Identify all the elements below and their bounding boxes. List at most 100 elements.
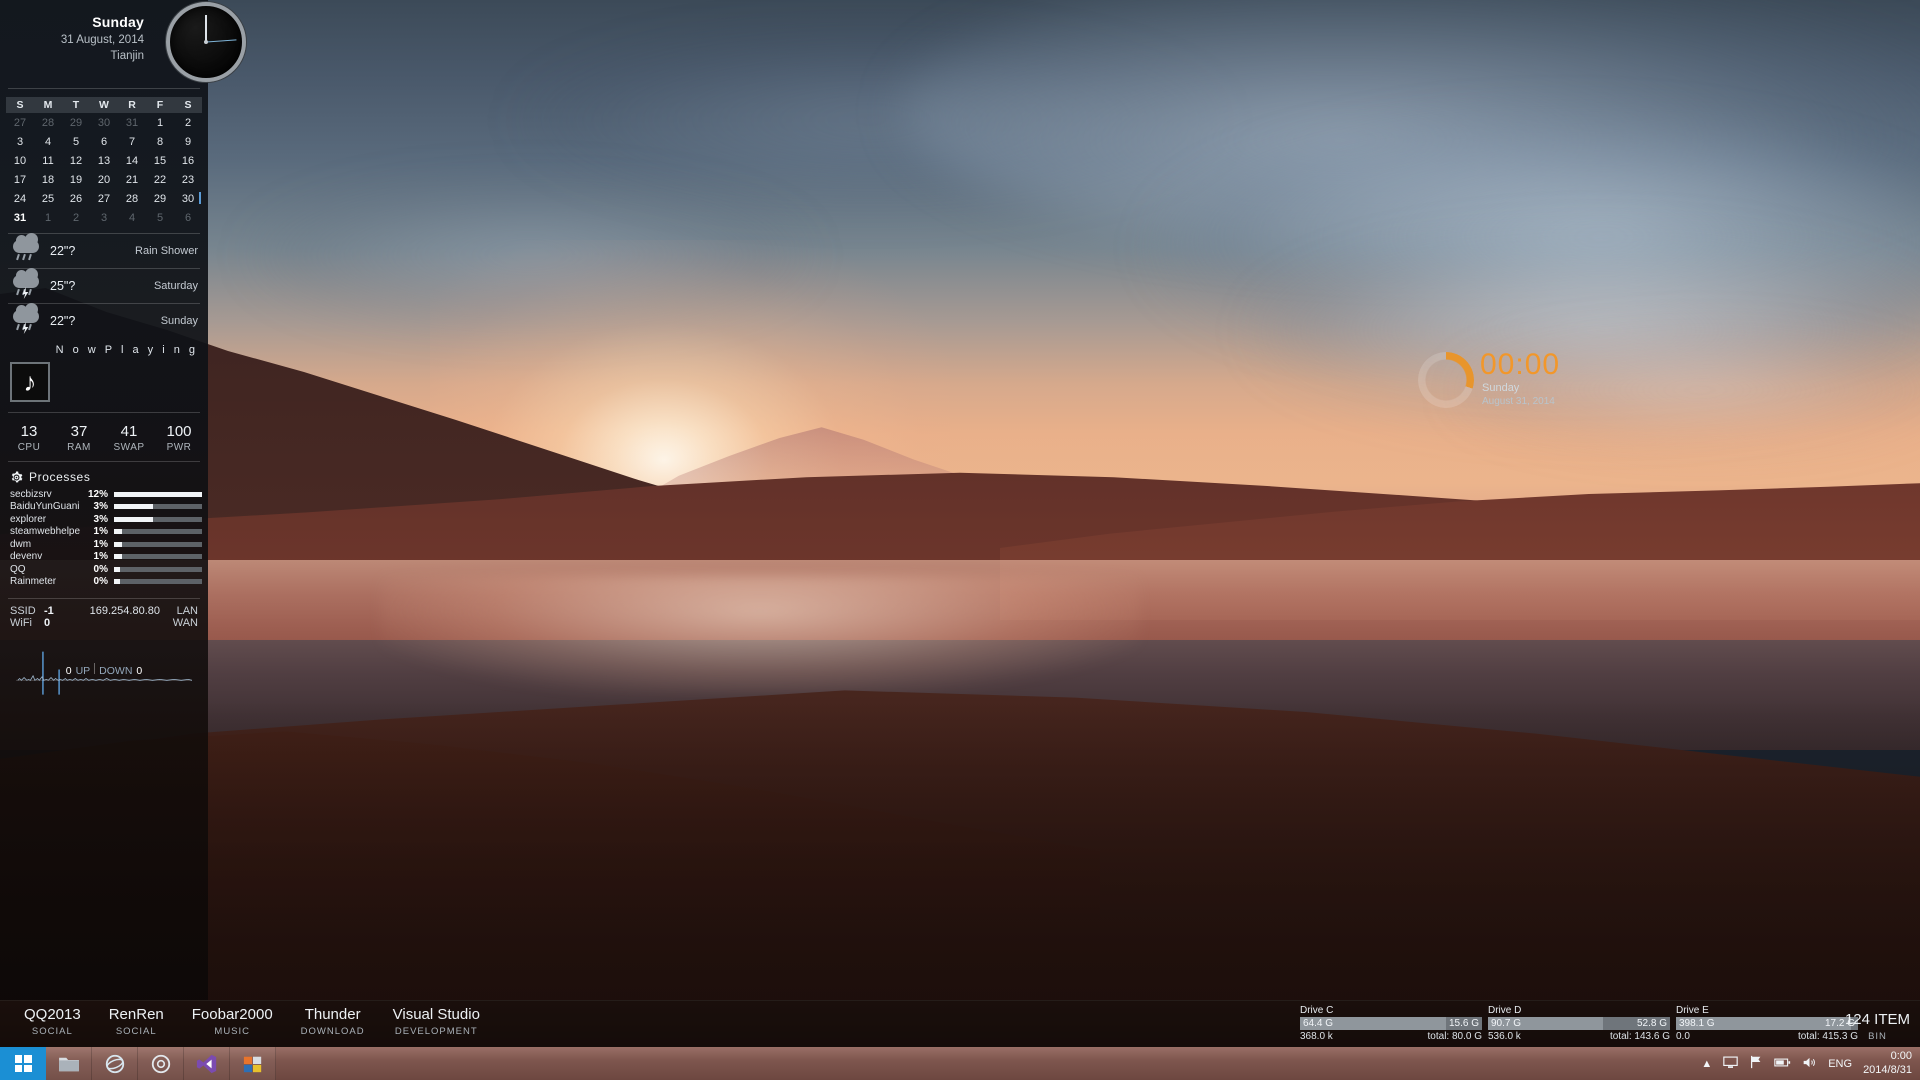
calendar-widget[interactable]: SMTWRFS 27 28 29 30 31 1 2 3 4 5 6 7 8 9 10 11 12 13 14 15 1…	[0, 89, 208, 233]
calendar-day[interactable]: 22	[146, 170, 174, 189]
taskbar-internet-explorer[interactable]	[92, 1047, 138, 1080]
calendar-day[interactable]: 31	[6, 208, 34, 227]
calendar-day[interactable]: 30	[174, 189, 202, 208]
calendar-day[interactable]: 10	[6, 151, 34, 170]
upload-label: UP	[75, 665, 91, 677]
clock-widget: Sunday 31 August, 2014 Tianjin	[0, 0, 246, 88]
now-playing-title: N o w P l a y i n g	[55, 344, 198, 356]
calendar-day[interactable]: 4	[118, 208, 146, 227]
stat-label: SWAP	[113, 442, 145, 453]
process-percent: 1%	[93, 551, 108, 563]
drive-usage-bar: 64.4 G 15.6 G	[1300, 1017, 1482, 1030]
monitor-icon[interactable]	[1723, 1056, 1738, 1072]
taskbar-clock[interactable]: 0:00 2014/8/31	[1863, 1050, 1912, 1078]
calendar-day[interactable]: 31	[118, 113, 146, 132]
calendar-day[interactable]: 23	[174, 170, 202, 189]
clock-minute-hand	[205, 15, 207, 42]
calendar-day[interactable]: 7	[118, 132, 146, 151]
drive-monitor[interactable]: Drive D 90.7 G 52.8 G 536.0 k total: 143…	[1487, 1005, 1670, 1054]
calendar-day[interactable]: 27	[6, 113, 34, 132]
folder-icon	[58, 1057, 79, 1071]
processes-title: Processes	[29, 470, 91, 484]
calendar-day[interactable]: 28	[118, 189, 146, 208]
calendar-day[interactable]: 16	[174, 151, 202, 170]
calendar-day[interactable]: 8	[146, 132, 174, 151]
recycle-bin-widget[interactable]: 124 ITEM BIN	[1845, 1011, 1910, 1042]
thunderstorm-icon	[10, 268, 44, 299]
calendar-day[interactable]: 1	[34, 208, 62, 227]
calendar-day[interactable]: 20	[90, 170, 118, 189]
process-percent: 3%	[93, 501, 108, 513]
calendar-day[interactable]: 14	[118, 151, 146, 170]
calendar-day[interactable]: 21	[118, 170, 146, 189]
dock-app-qq2013[interactable]: QQ2013 SOCIAL	[10, 1006, 95, 1037]
process-row[interactable]: steamwebhelper 1%	[0, 526, 208, 539]
calendar-day[interactable]: 6	[90, 132, 118, 151]
dock-app-renren[interactable]: RenRen SOCIAL	[95, 1006, 178, 1037]
calendar-day[interactable]: 28	[34, 113, 62, 132]
process-bar	[114, 541, 202, 547]
dock-app-visual-studio[interactable]: Visual Studio DEVELOPMENT	[379, 1006, 494, 1037]
process-row[interactable]: explorer 3%	[0, 513, 208, 526]
rain-shower-icon	[10, 233, 44, 264]
start-button[interactable]	[0, 1047, 46, 1080]
calendar-day[interactable]: 19	[62, 170, 90, 189]
calendar-day[interactable]: 26	[62, 189, 90, 208]
calendar-day[interactable]: 13	[90, 151, 118, 170]
now-playing-widget[interactable]: ♪	[0, 358, 208, 412]
taskbar-file-explorer[interactable]	[46, 1047, 92, 1080]
calendar-day[interactable]: 5	[146, 208, 174, 227]
process-row[interactable]: devenv 1%	[0, 551, 208, 564]
calendar-day[interactable]: 18	[34, 170, 62, 189]
language-indicator[interactable]: ENG	[1828, 1058, 1852, 1070]
calendar-day[interactable]: 11	[34, 151, 62, 170]
drive-monitor[interactable]: Drive C 64.4 G 15.6 G 368.0 k total: 80.…	[1299, 1005, 1482, 1054]
calendar-day[interactable]: 29	[62, 113, 90, 132]
calendar-table: SMTWRFS 27 28 29 30 31 1 2 3 4 5 6 7 8 9 10 11 12 13 14 15 1…	[6, 97, 202, 227]
calendar-day[interactable]: 30	[90, 113, 118, 132]
dock-app-foobar2000[interactable]: Foobar2000 MUSIC	[178, 1006, 287, 1037]
chevron-up-icon[interactable]: ▲	[1701, 1058, 1712, 1070]
dock-app-name: Thunder	[304, 1006, 361, 1023]
flag-icon[interactable]	[1749, 1055, 1763, 1072]
calendar-day[interactable]: 15	[146, 151, 174, 170]
drive-monitor[interactable]: Drive E 398.1 G 17.2 G 0.0 total: 415.3 …	[1675, 1005, 1858, 1054]
process-row[interactable]: secbizsrv 12%	[0, 488, 208, 501]
process-row[interactable]: Rainmeter 0%	[0, 576, 208, 589]
ip-address: 169.254.80.80	[89, 605, 160, 617]
process-row[interactable]: QQ 0%	[0, 563, 208, 576]
calendar-day[interactable]: 25	[34, 189, 62, 208]
taskbar-pinned-app[interactable]	[230, 1047, 276, 1080]
battery-icon[interactable]	[1774, 1057, 1791, 1071]
calendar-day[interactable]: 6	[174, 208, 202, 227]
calendar-day[interactable]: 9	[174, 132, 202, 151]
wallpaper-lake-reflection	[380, 575, 1140, 695]
cloud-icon	[13, 233, 39, 253]
calendar-day[interactable]: 4	[34, 132, 62, 151]
calendar-day[interactable]: 17	[6, 170, 34, 189]
calendar-day[interactable]: 29	[146, 189, 174, 208]
calendar-day[interactable]: 2	[174, 113, 202, 132]
dock-app-name: Visual Studio	[392, 1006, 480, 1023]
calendar-day[interactable]: 3	[6, 132, 34, 151]
calendar-day[interactable]: 12	[62, 151, 90, 170]
dock-bar: QQ2013 SOCIAL RenRen SOCIAL Foobar2000 M…	[0, 1000, 1920, 1054]
process-bar-fill	[114, 516, 153, 522]
calendar-day[interactable]: 3	[90, 208, 118, 227]
calendar-day[interactable]: 5	[62, 132, 90, 151]
calendar-day[interactable]: 2	[62, 208, 90, 227]
volume-icon[interactable]	[1802, 1056, 1817, 1072]
clock-weekday: Sunday	[1482, 382, 1520, 394]
calendar-day[interactable]: 24	[6, 189, 34, 208]
taskbar-visual-studio[interactable]	[184, 1047, 230, 1080]
dock-app-thunder[interactable]: Thunder DOWNLOAD	[287, 1006, 379, 1037]
calendar-day[interactable]: 1	[146, 113, 174, 132]
calendar-header-row: SMTWRFS	[6, 97, 202, 113]
process-name: BaiduYunGuaniia	[10, 501, 80, 513]
process-row[interactable]: dwm 1%	[0, 538, 208, 551]
taskbar-chrome[interactable]	[138, 1047, 184, 1080]
process-row[interactable]: BaiduYunGuaniia 3%	[0, 501, 208, 514]
drive-name: Drive E	[1676, 1005, 1709, 1016]
processes-list: secbizsrv 12% BaiduYunGuaniia 3% explore…	[0, 488, 208, 588]
calendar-day[interactable]: 27	[90, 189, 118, 208]
